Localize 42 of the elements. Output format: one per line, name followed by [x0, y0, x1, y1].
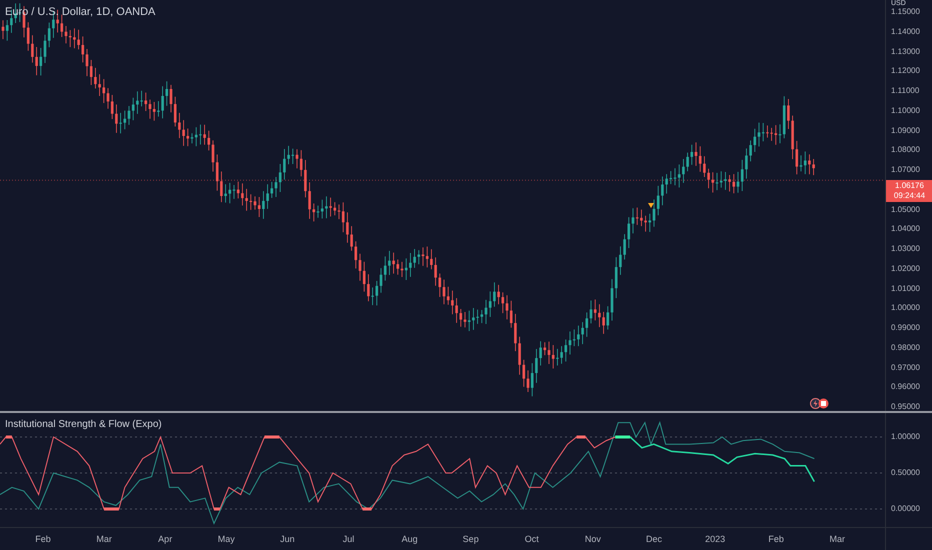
time-label: Aug: [402, 533, 418, 546]
time-label: 2023: [705, 533, 726, 546]
time-label: Feb: [35, 533, 51, 546]
price-label: 1.09000: [891, 126, 920, 136]
time-label: Jun: [280, 533, 295, 546]
price-label: 1.11000: [891, 86, 920, 96]
price-label: 0.96000: [891, 382, 920, 392]
indicator-label: 0.50000: [891, 468, 920, 478]
time-label: Dec: [646, 533, 662, 546]
price-label: 1.00000: [891, 303, 920, 314]
time-label: May: [218, 533, 235, 546]
indicator-label: 1.00000: [891, 432, 920, 442]
time-label: Mar: [96, 533, 112, 546]
price-label: 1.01000: [891, 284, 920, 294]
price-label: 0.99000: [891, 323, 920, 333]
price-label: 0.95000: [891, 402, 920, 412]
lightning-icon: [810, 398, 821, 409]
time-label: Nov: [584, 533, 601, 546]
time-label: Feb: [768, 533, 784, 546]
price-label: 1.15000: [891, 7, 920, 17]
price-label: 0.98000: [891, 342, 920, 353]
price-label: 1.02000: [891, 264, 920, 274]
time-label: Jul: [342, 533, 354, 546]
time-label: Oct: [524, 533, 539, 546]
triangle-marker-icon: [648, 203, 654, 208]
price-label: 1.14000: [891, 26, 920, 37]
price-label: 1.08000: [891, 145, 920, 156]
price-label: 1.12000: [891, 66, 920, 76]
price-label: 1.03000: [891, 244, 920, 254]
price-label: 1.07000: [891, 165, 920, 175]
countdown: 09:24:44: [894, 190, 926, 201]
time-label: Sep: [462, 533, 479, 546]
price-label: 1.04000: [891, 224, 920, 234]
price-label: 0.97000: [891, 362, 920, 372]
indicator-title: Institutional Strength & Flow (Expo): [5, 418, 162, 432]
price-label: 1.13000: [891, 46, 920, 56]
time-label: Mar: [830, 533, 846, 546]
price-label: 1.10000: [891, 106, 920, 116]
last-price: 1.06176: [895, 180, 924, 191]
price-label: 1.05000: [891, 204, 920, 214]
indicator-label: 0.00000: [891, 504, 920, 514]
time-label: Apr: [158, 533, 172, 546]
